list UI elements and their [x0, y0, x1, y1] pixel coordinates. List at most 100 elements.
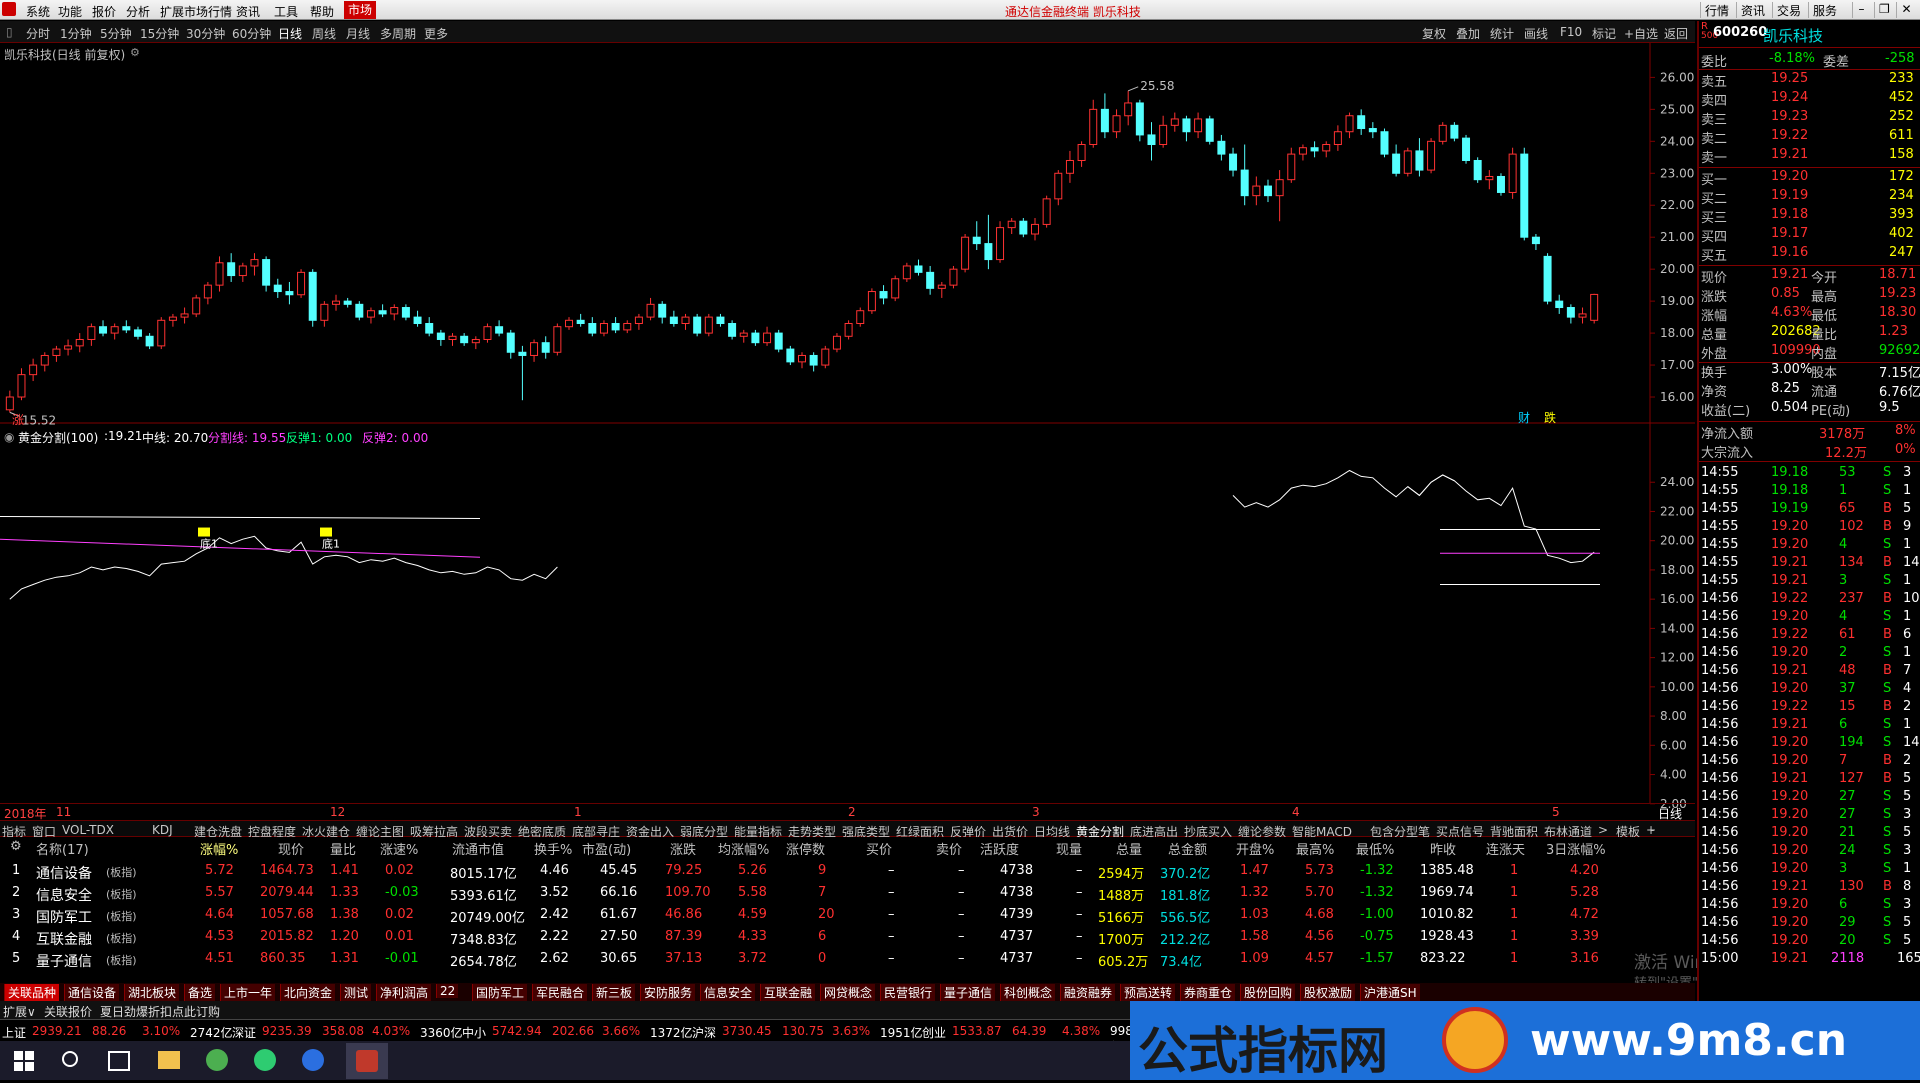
- table-header[interactable]: 换手%: [534, 839, 572, 858]
- table-header[interactable]: 昨收: [1430, 839, 1456, 858]
- table-header[interactable]: 涨速%: [380, 839, 418, 858]
- ad-banner[interactable]: 公式指标网 www.9m8.cn: [1130, 1001, 1920, 1080]
- table-header[interactable]: 涨幅%: [200, 839, 238, 858]
- sector-tab[interactable]: 净利润高: [376, 984, 432, 1001]
- windows-start-icon[interactable]: [14, 1051, 34, 1071]
- sector-tab[interactable]: 22: [436, 984, 459, 998]
- table-header[interactable]: 卖价: [936, 839, 962, 858]
- table-header[interactable]: 最高%: [1296, 839, 1334, 858]
- table-header[interactable]: 连涨天: [1486, 839, 1525, 858]
- related-quote-tab[interactable]: 关联报价: [44, 1003, 92, 1020]
- sector-tab[interactable]: 券商重仓: [1180, 984, 1236, 1001]
- sector-tab[interactable]: 互联金融: [760, 984, 816, 1001]
- sector-tab[interactable]: 备选: [184, 984, 216, 1001]
- btn-quote[interactable]: 行情: [1700, 2, 1733, 18]
- toolbar-f10[interactable]: F10: [1560, 25, 1582, 39]
- btn-service[interactable]: 服务: [1808, 2, 1841, 18]
- indicator-tab[interactable]: >: [1598, 823, 1608, 837]
- toolbar-fuquan[interactable]: 复权: [1422, 25, 1446, 42]
- index-name[interactable]: 上证: [2, 1024, 26, 1041]
- sector-tab[interactable]: 安防服务: [640, 984, 696, 1001]
- period-tab[interactable]: 5分钟: [100, 25, 132, 42]
- sector-tab[interactable]: 民营银行: [880, 984, 936, 1001]
- table-row[interactable]: 4 (板指) 互联金融 4.53 2015.82 1.20 0.01 7348.83亿 2.22…: [0, 929, 1695, 949]
- index-name[interactable]: 深证: [232, 1024, 256, 1041]
- table-header[interactable]: 总量: [1116, 839, 1142, 858]
- table-row[interactable]: 3 (板指) 国防军工 4.64 1057.68 1.38 0.02 20749.00亿 2.4…: [0, 907, 1695, 927]
- table-header[interactable]: 流通市值: [452, 839, 504, 858]
- toolbar-zixuan[interactable]: +自选: [1624, 25, 1658, 42]
- table-header[interactable]: 活跃度: [980, 839, 1019, 858]
- menu-tools[interactable]: 工具: [274, 3, 298, 20]
- period-tab[interactable]: 多周期: [380, 25, 416, 42]
- toolbar-huaxian[interactable]: 画线: [1524, 25, 1548, 42]
- indicator-toggle-icon[interactable]: ◉: [4, 430, 14, 444]
- indicator-tab[interactable]: -: [1650, 823, 1654, 837]
- sector-tab[interactable]: 通信设备: [64, 984, 120, 1001]
- wps-icon[interactable]: [302, 1049, 324, 1071]
- sector-tab[interactable]: 北向资金: [280, 984, 336, 1001]
- sector-tab[interactable]: 上市一年: [220, 984, 276, 1001]
- sector-tab[interactable]: 网贷概念: [820, 984, 876, 1001]
- period-tab-active[interactable]: 日线: [278, 25, 302, 42]
- menu-ext-market[interactable]: 扩展市场行情: [160, 3, 232, 20]
- sector-tab[interactable]: 融资融券: [1060, 984, 1116, 1001]
- restore-icon[interactable]: ❐: [1874, 2, 1892, 18]
- period-tab[interactable]: 分时: [26, 25, 50, 42]
- table-row[interactable]: 1 (板指) 通信设备 5.72 1464.73 1.41 0.02 8015.17亿 4.46…: [0, 863, 1695, 883]
- sector-tab[interactable]: 关联品种: [4, 984, 60, 1001]
- table-header[interactable]: 总金额: [1168, 839, 1207, 858]
- index-name[interactable]: 中小: [462, 1024, 486, 1041]
- period-tab[interactable]: 周线: [312, 25, 336, 42]
- promo-link[interactable]: 夏日劲爆折扣点此订购: [100, 1003, 220, 1020]
- table-row[interactable]: 5 (板指) 量子通信 4.51 860.35 1.31 -0.01 2654.78亿 2.62…: [0, 951, 1695, 971]
- chart-area[interactable]: 凯乐科技(日线 前复权) ⚙ 26.00 25.00 24.00 23.00 22.00…: [0, 43, 1695, 830]
- sector-tab[interactable]: 信息安全: [700, 984, 756, 1001]
- toolbar-diejia[interactable]: 叠加: [1456, 25, 1480, 42]
- sector-tab[interactable]: 湖北板块: [124, 984, 180, 1001]
- index-name[interactable]: 创业: [922, 1024, 946, 1041]
- panel-toggle-icon[interactable]: ▯: [6, 25, 13, 39]
- indicator-tab[interactable]: KDJ: [152, 823, 173, 837]
- sector-tab[interactable]: 预高送转: [1120, 984, 1176, 1001]
- table-row[interactable]: 2 (板指) 信息安全 5.57 2079.44 1.33 -0.03 5393.61亿 3.5…: [0, 885, 1695, 905]
- table-header[interactable]: 3日涨幅%: [1546, 839, 1606, 858]
- menu-news[interactable]: 资讯: [236, 3, 260, 20]
- sector-tab[interactable]: 军民融合: [532, 984, 588, 1001]
- search-icon[interactable]: [62, 1051, 78, 1067]
- toolbar-back[interactable]: 返回: [1664, 25, 1688, 42]
- sector-tab[interactable]: 股份回购: [1240, 984, 1296, 1001]
- menu-analysis[interactable]: 分析: [126, 3, 150, 20]
- table-header[interactable]: 最低%: [1356, 839, 1394, 858]
- table-header[interactable]: 涨跌: [670, 839, 696, 858]
- table-header[interactable]: 市盈(动): [582, 839, 631, 858]
- sector-tab[interactable]: 国防军工: [472, 984, 528, 1001]
- index-name[interactable]: 沪深: [692, 1024, 716, 1041]
- period-tab-more[interactable]: 更多: [424, 25, 448, 42]
- menu-help[interactable]: 帮助: [310, 3, 334, 20]
- table-header[interactable]: 名称(17): [36, 839, 89, 858]
- sector-tab[interactable]: 新三板: [592, 984, 636, 1001]
- minimize-icon[interactable]: –: [1852, 2, 1870, 18]
- period-tab[interactable]: 30分钟: [186, 25, 225, 42]
- menu-system[interactable]: 系统: [26, 3, 50, 20]
- btn-trade[interactable]: 交易: [1772, 2, 1805, 18]
- table-header[interactable]: 现价: [278, 839, 304, 858]
- table-header[interactable]: 量比: [330, 839, 356, 858]
- table-header[interactable]: 涨停数: [786, 839, 825, 858]
- task-view-icon[interactable]: [108, 1051, 130, 1071]
- menu-function[interactable]: 功能: [58, 3, 82, 20]
- table-header[interactable]: 均涨幅%: [718, 839, 769, 858]
- expand-tab[interactable]: 扩展∨: [3, 1003, 36, 1020]
- sector-tab[interactable]: 量子通信: [940, 984, 996, 1001]
- table-header[interactable]: 现量: [1056, 839, 1082, 858]
- sector-tab[interactable]: 科创概念: [1000, 984, 1056, 1001]
- app-icon[interactable]: [206, 1049, 228, 1071]
- sector-tab[interactable]: 股权激励: [1300, 984, 1356, 1001]
- menu-quote[interactable]: 报价: [92, 3, 116, 20]
- toolbar-biaoji[interactable]: 标记: [1592, 25, 1616, 42]
- browser-icon[interactable]: [254, 1049, 276, 1071]
- toolbar-tongji[interactable]: 统计: [1490, 25, 1514, 42]
- indicator-tab[interactable]: VOL-TDX: [62, 823, 114, 837]
- btn-news[interactable]: 资讯: [1736, 2, 1769, 18]
